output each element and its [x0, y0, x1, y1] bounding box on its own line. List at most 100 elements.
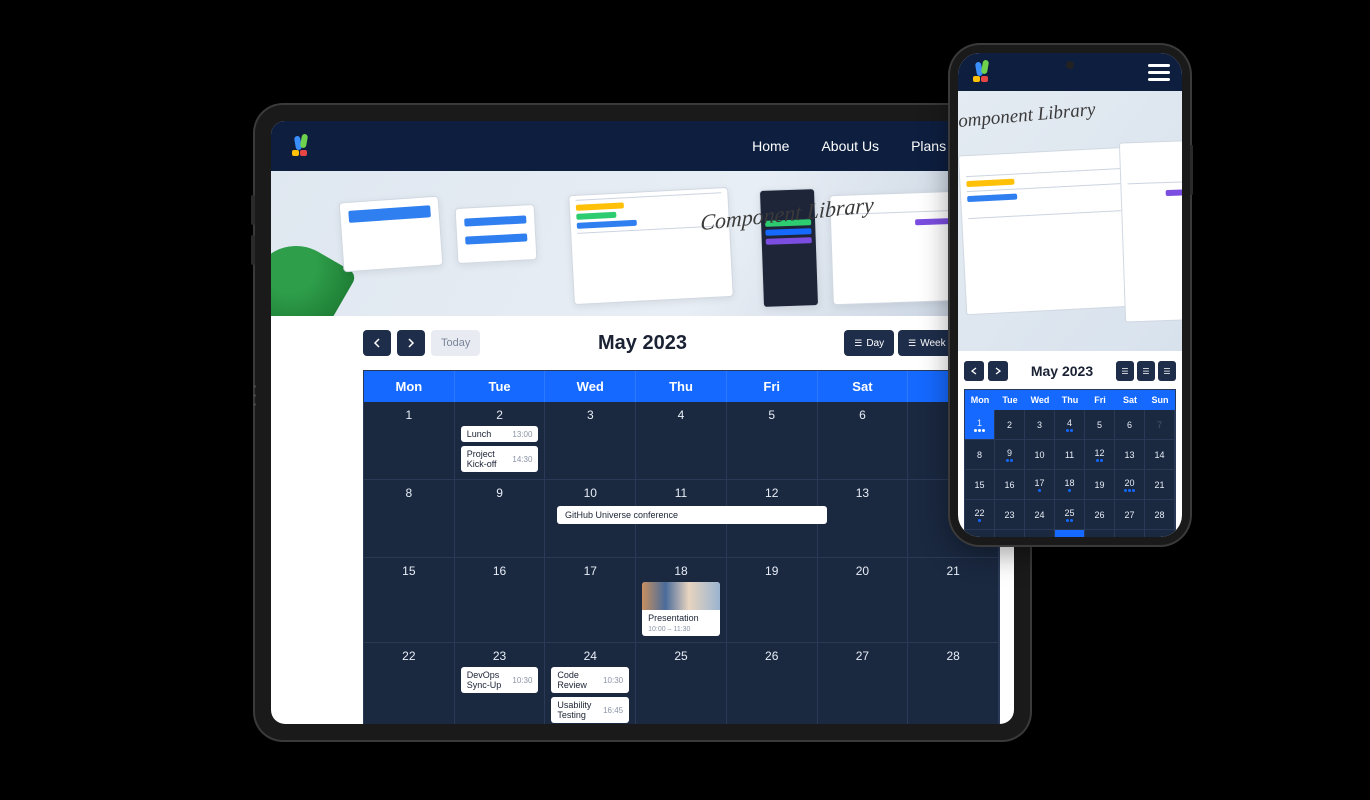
phone-hero-banner: omponent Library 23	[958, 91, 1182, 351]
day-cell[interactable]: 8	[965, 440, 995, 470]
phone-camera-icon	[1066, 61, 1074, 69]
view-day-button[interactable]: ☰Day	[844, 330, 894, 356]
nav-about[interactable]: About Us	[821, 138, 879, 154]
phone-device: omponent Library 23	[950, 45, 1190, 545]
logo-icon[interactable]	[970, 60, 994, 84]
event-lunch[interactable]: Lunch13:00	[461, 426, 539, 442]
day-cell[interactable]: 4	[636, 402, 727, 480]
day-cell[interactable]: 7	[1145, 410, 1175, 440]
phone-calendar-grid: MonTueWedThuFriSatSun 123456789101112131…	[964, 389, 1176, 537]
day-cell[interactable]: 26	[1085, 500, 1115, 530]
day-cell[interactable]: 18	[1055, 470, 1085, 500]
hero-card: 23	[1119, 139, 1182, 322]
calendar-toolbar: Today May 2023 ☰Day ☰Week ☰M	[363, 330, 1000, 356]
day-cell[interactable]: 22	[965, 500, 995, 530]
day-cell[interactable]: 30	[995, 530, 1025, 537]
nav-home[interactable]: Home	[752, 138, 789, 154]
day-cell[interactable]: 16	[455, 558, 546, 643]
event-github[interactable]: GitHub Universe conference	[557, 506, 827, 524]
day-cell[interactable]: 27	[1115, 500, 1145, 530]
day-cell[interactable]: 25	[1055, 500, 1085, 530]
day-cell[interactable]: 20	[818, 558, 909, 643]
logo-icon[interactable]	[289, 134, 313, 158]
hero-card	[568, 187, 734, 305]
today-button[interactable]: Today	[431, 330, 480, 356]
day-cell[interactable]: 23	[995, 500, 1025, 530]
day-cell[interactable]: 31	[1025, 530, 1055, 537]
day-cell[interactable]: 9	[995, 440, 1025, 470]
prev-button[interactable]	[363, 330, 391, 356]
day-cell[interactable]: 3	[545, 402, 636, 480]
day-cell[interactable]: 3	[1025, 410, 1055, 440]
next-button[interactable]	[988, 361, 1008, 381]
day-cell[interactable]: 6	[818, 402, 909, 480]
day-cell[interactable]: 5	[727, 402, 818, 480]
day-cell[interactable]: 24 Code Review10:30 Usability Testing16:…	[545, 643, 636, 724]
weekday-label: Mon	[364, 371, 455, 402]
hamburger-icon[interactable]	[1148, 64, 1170, 81]
day-cell[interactable]: 16	[995, 470, 1025, 500]
day-cell[interactable]: 8	[364, 480, 455, 558]
day-cell[interactable]: 11	[1055, 440, 1085, 470]
event-presentation[interactable]: Presentation 10:00 – 11:30	[642, 582, 720, 636]
view-week-button[interactable]: ☰Week	[898, 330, 955, 356]
day-cell[interactable]: 13	[818, 480, 909, 558]
day-cell[interactable]: 1	[364, 402, 455, 480]
day-cell[interactable]: 13	[1115, 440, 1145, 470]
day-cell[interactable]: 17	[545, 558, 636, 643]
nav-plans[interactable]: Plans	[911, 138, 946, 154]
day-cell[interactable]: 14	[1145, 440, 1175, 470]
day-cell[interactable]: 9	[455, 480, 546, 558]
day-cell[interactable]: 20	[1115, 470, 1145, 500]
tablet-speaker-dots	[253, 385, 256, 406]
weekday-label: Tue	[995, 390, 1025, 410]
day-cell[interactable]: 24	[1025, 500, 1055, 530]
day-cell[interactable]: 25	[636, 643, 727, 724]
day-cell[interactable]: 27	[818, 643, 909, 724]
day-cell[interactable]: 3	[1115, 530, 1145, 537]
day-cell[interactable]: 19	[727, 558, 818, 643]
day-cell[interactable]: 2	[995, 410, 1025, 440]
phone-view-button[interactable]: ☰	[1137, 361, 1155, 381]
day-cell[interactable]: 1	[1055, 530, 1085, 537]
day-cell[interactable]: 22	[364, 643, 455, 724]
day-cell[interactable]: 12	[1085, 440, 1115, 470]
day-cell[interactable]: 15	[364, 558, 455, 643]
event-kickoff[interactable]: Project Kick-off14:30	[461, 446, 539, 472]
phone-view-button[interactable]: ☰	[1116, 361, 1134, 381]
day-cell[interactable]: 23 DevOps Sync-Up10:30	[455, 643, 546, 724]
calendar-grid: Mon Tue Wed Thu Fri Sat Sun 1 2 Lunch13:…	[363, 370, 1000, 724]
day-cell[interactable]: 15	[965, 470, 995, 500]
day-cell[interactable]: 28	[1145, 500, 1175, 530]
hero-banner: Component Library	[271, 171, 1014, 316]
day-cell[interactable]: 1	[965, 410, 995, 440]
phone-hero-title: omponent Library	[958, 99, 1096, 133]
day-cell[interactable]: 26	[727, 643, 818, 724]
day-cell[interactable]: 28	[908, 643, 999, 724]
day-cell[interactable]: 29	[965, 530, 995, 537]
day-cell[interactable]: 19	[1085, 470, 1115, 500]
day-cell[interactable]: 6	[1115, 410, 1145, 440]
site-header: Home About Us Plans Co	[271, 121, 1014, 171]
phone-view-button[interactable]: ☰	[1158, 361, 1176, 381]
prev-button[interactable]	[964, 361, 984, 381]
next-button[interactable]	[397, 330, 425, 356]
day-cell[interactable]: 4	[1145, 530, 1175, 537]
day-cell[interactable]: 2 Lunch13:00 Project Kick-off14:30	[455, 402, 546, 480]
day-cell[interactable]: 18 Presentation 10:00 – 11:30	[636, 558, 727, 643]
phone-screen: omponent Library 23	[958, 53, 1182, 537]
day-cell[interactable]: 17	[1025, 470, 1055, 500]
day-cell[interactable]: 21	[1145, 470, 1175, 500]
phone-calendar-header-row: MonTueWedThuFriSatSun	[965, 390, 1175, 410]
event-devops[interactable]: DevOps Sync-Up10:30	[461, 667, 539, 693]
day-cell[interactable]: 10	[1025, 440, 1055, 470]
weekday-label: Thu	[1055, 390, 1085, 410]
day-cell[interactable]: 5	[1085, 410, 1115, 440]
day-cell[interactable]: 4	[1055, 410, 1085, 440]
event-usability[interactable]: Usability Testing16:45	[551, 697, 629, 723]
phone-site-header	[958, 53, 1182, 91]
day-cell[interactable]: 2	[1085, 530, 1115, 537]
day-cell[interactable]: 21	[908, 558, 999, 643]
event-codereview[interactable]: Code Review10:30	[551, 667, 629, 693]
weekday-label: Tue	[455, 371, 546, 402]
